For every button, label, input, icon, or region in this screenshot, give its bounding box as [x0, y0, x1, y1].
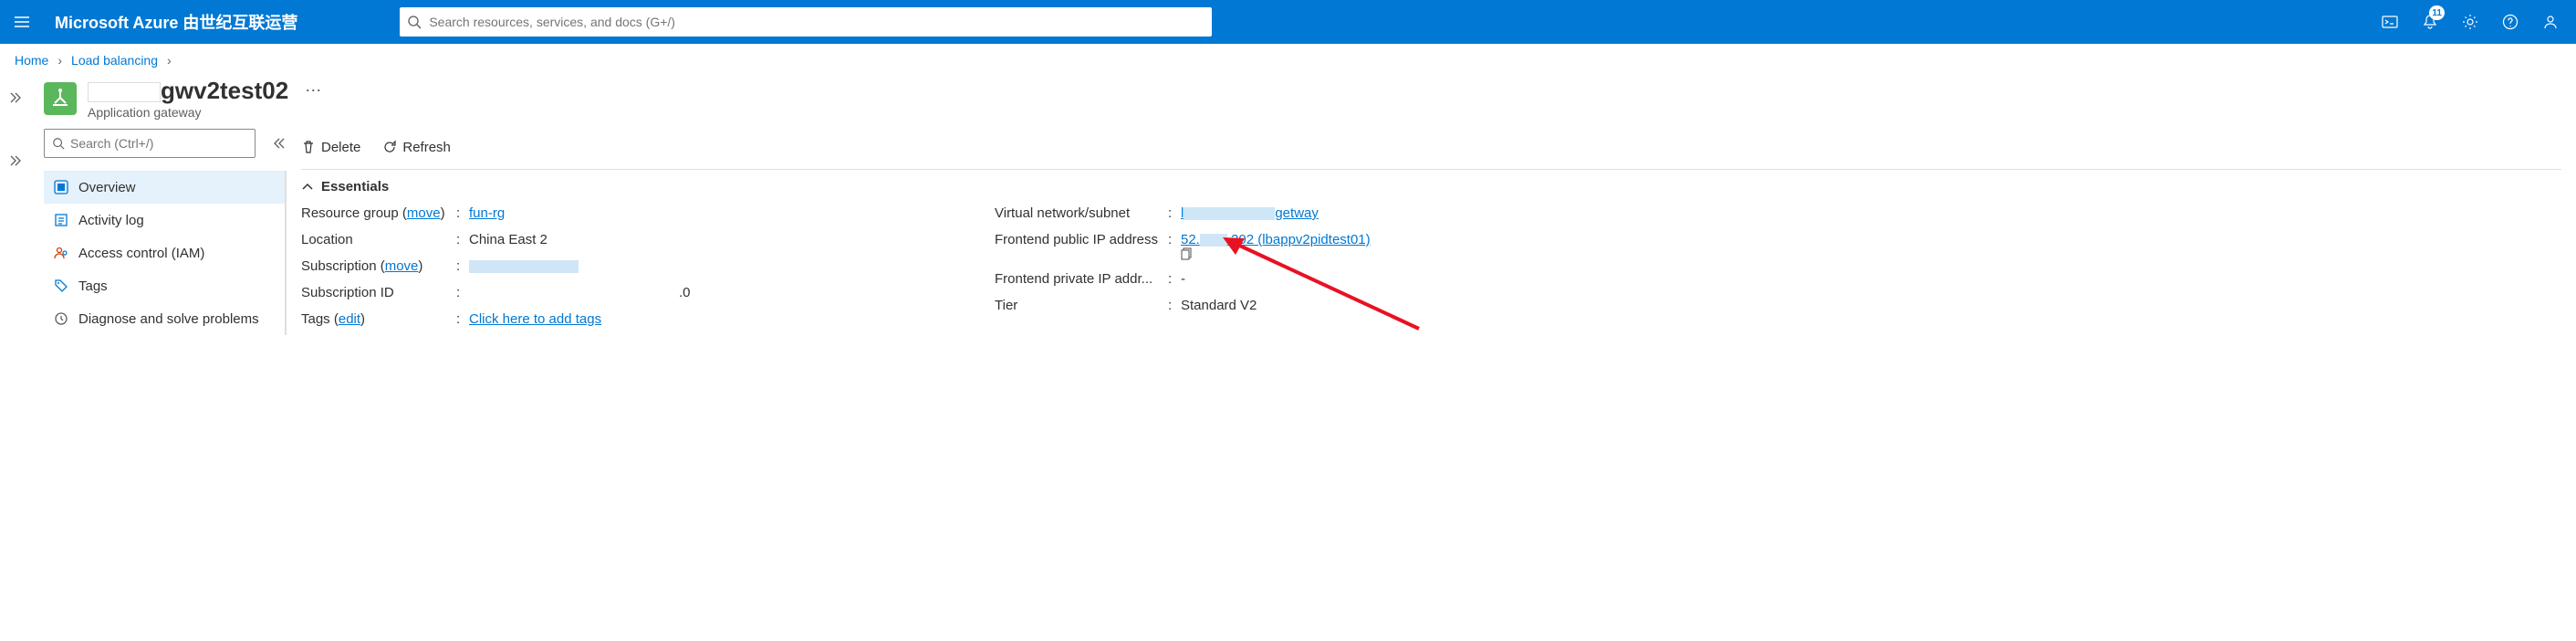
global-search-wrap — [400, 7, 1212, 37]
iam-icon — [53, 245, 69, 261]
breadcrumb: Home › Load balancing › — [0, 44, 2576, 73]
chevron-double-right-icon — [8, 154, 21, 167]
help-icon — [2502, 14, 2519, 30]
frontend-public-ip-link[interactable]: 52..202 (lbappv2pidtest01) — [1181, 232, 1371, 247]
sidebar-item-overview[interactable]: Overview — [44, 171, 285, 204]
cloud-shell-button[interactable] — [2372, 0, 2408, 44]
resource-header: gwv2test02 ⋯ Application gateway — [29, 73, 2576, 129]
essentials-row-subscription: Subscription (move) : — [301, 258, 940, 274]
essentials-toggle[interactable]: Essentials — [301, 179, 2561, 194]
redacted-block — [469, 260, 579, 273]
feedback-button[interactable] — [2532, 0, 2569, 44]
sidebar-item-label: Tags — [78, 278, 108, 294]
subscription-value[interactable] — [469, 258, 579, 274]
settings-button[interactable] — [2452, 0, 2488, 44]
main-content: Delete Refresh Essentials — [287, 129, 2576, 335]
essentials-grid: Resource group (move) : fun-rg Location … — [301, 205, 2561, 327]
resource-title: gwv2test02 — [88, 77, 288, 105]
move-subscription-link[interactable]: move — [385, 258, 419, 274]
essentials-row-tags: Tags (edit) : Click here to add tags — [301, 311, 940, 327]
sidebar-item-diagnose[interactable]: Diagnose and solve problems — [44, 302, 285, 335]
redacted-block — [88, 82, 161, 102]
essentials-row-vnet: Virtual network/subnet : lgetway — [995, 205, 1376, 221]
hamburger-icon — [14, 14, 30, 30]
breadcrumb-load-balancing[interactable]: Load balancing — [71, 53, 158, 68]
sidebar-item-activity-log[interactable]: Activity log — [44, 204, 285, 236]
notifications-badge: 11 — [2429, 5, 2445, 20]
tags-icon — [53, 278, 69, 294]
sidebar-item-access-control[interactable]: Access control (IAM) — [44, 236, 285, 269]
resource-group-link[interactable]: fun-rg — [469, 205, 505, 221]
essentials-row-tier: Tier : Standard V2 — [995, 298, 1376, 313]
chevron-double-right-icon — [8, 91, 21, 104]
move-resource-group-link[interactable]: move — [407, 205, 441, 221]
chevron-right-icon: › — [57, 53, 62, 68]
collapse-sidebar-button[interactable] — [274, 137, 287, 150]
left-rail — [0, 73, 29, 335]
refresh-icon — [382, 140, 397, 154]
location-value: China East 2 — [469, 232, 548, 247]
app-gateway-icon — [49, 88, 71, 110]
redacted-block — [1184, 207, 1275, 220]
copy-icon — [1181, 247, 1194, 260]
global-search-input[interactable] — [429, 15, 1205, 29]
hamburger-menu-button[interactable] — [0, 14, 44, 30]
notifications-button[interactable]: 11 — [2412, 0, 2448, 44]
sidebar-search-input[interactable] — [70, 136, 247, 151]
tier-value: Standard V2 — [1181, 298, 1257, 313]
cloud-shell-icon — [2382, 14, 2398, 30]
sidebar-item-label: Activity log — [78, 213, 144, 228]
refresh-button[interactable]: Refresh — [382, 140, 451, 155]
sidebar-item-label: Access control (IAM) — [78, 246, 204, 261]
redacted-block — [469, 287, 679, 299]
search-icon — [407, 15, 422, 29]
breadcrumb-home[interactable]: Home — [15, 53, 48, 68]
help-button[interactable] — [2492, 0, 2529, 44]
diagnose-icon — [53, 310, 69, 327]
essentials-row-frontend-private-ip: Frontend private IP addr... : - — [995, 271, 1376, 287]
essentials-row-resource-group: Resource group (move) : fun-rg — [301, 205, 940, 221]
search-icon — [52, 137, 65, 150]
feedback-icon — [2542, 14, 2559, 30]
expand-rail-button-1[interactable] — [8, 91, 21, 104]
brand-label[interactable]: Microsoft Azure 由世纪互联运营 — [44, 10, 308, 34]
frontend-private-ip-value: - — [1181, 271, 1185, 287]
top-bar: Microsoft Azure 由世纪互联运营 11 — [0, 0, 2576, 44]
sidebar-search-box[interactable] — [44, 129, 256, 158]
edit-tags-link[interactable]: edit — [339, 311, 360, 327]
chevron-double-left-icon — [274, 137, 287, 150]
sidebar-item-tags[interactable]: Tags — [44, 269, 285, 302]
essentials-row-frontend-public-ip: Frontend public IP address : 52..202 (lb… — [995, 232, 1376, 260]
chevron-right-icon: › — [167, 53, 172, 68]
sidebar-nav-list: Overview Activity log Access control (IA… — [44, 171, 287, 335]
global-search-box[interactable] — [400, 7, 1212, 37]
resource-subtitle: Application gateway — [88, 105, 2576, 120]
essentials-row-location: Location : China East 2 — [301, 232, 940, 247]
topbar-actions: 11 — [2372, 0, 2576, 44]
resource-icon — [44, 82, 77, 115]
resource-sidebar: Overview Activity log Access control (IA… — [29, 129, 287, 335]
subscription-id-value: .0 — [469, 285, 691, 300]
add-tags-link[interactable]: Click here to add tags — [469, 311, 601, 327]
copy-ip-button[interactable] — [1181, 247, 1376, 260]
essentials-row-subscription-id: Subscription ID : .0 — [301, 285, 940, 300]
gear-icon — [2462, 14, 2478, 30]
sidebar-item-label: Overview — [78, 180, 136, 195]
command-bar: Delete Refresh — [301, 129, 2561, 165]
trash-icon — [301, 140, 316, 154]
vnet-link[interactable]: lgetway — [1181, 205, 1319, 221]
chevron-up-icon — [301, 181, 314, 194]
activity-log-icon — [53, 212, 69, 228]
delete-button[interactable]: Delete — [301, 140, 360, 155]
overview-icon — [53, 179, 69, 195]
sidebar-item-label: Diagnose and solve problems — [78, 311, 259, 327]
redacted-block — [1200, 234, 1227, 247]
expand-rail-button-2[interactable] — [8, 154, 21, 167]
more-actions-button[interactable]: ⋯ — [305, 81, 323, 100]
